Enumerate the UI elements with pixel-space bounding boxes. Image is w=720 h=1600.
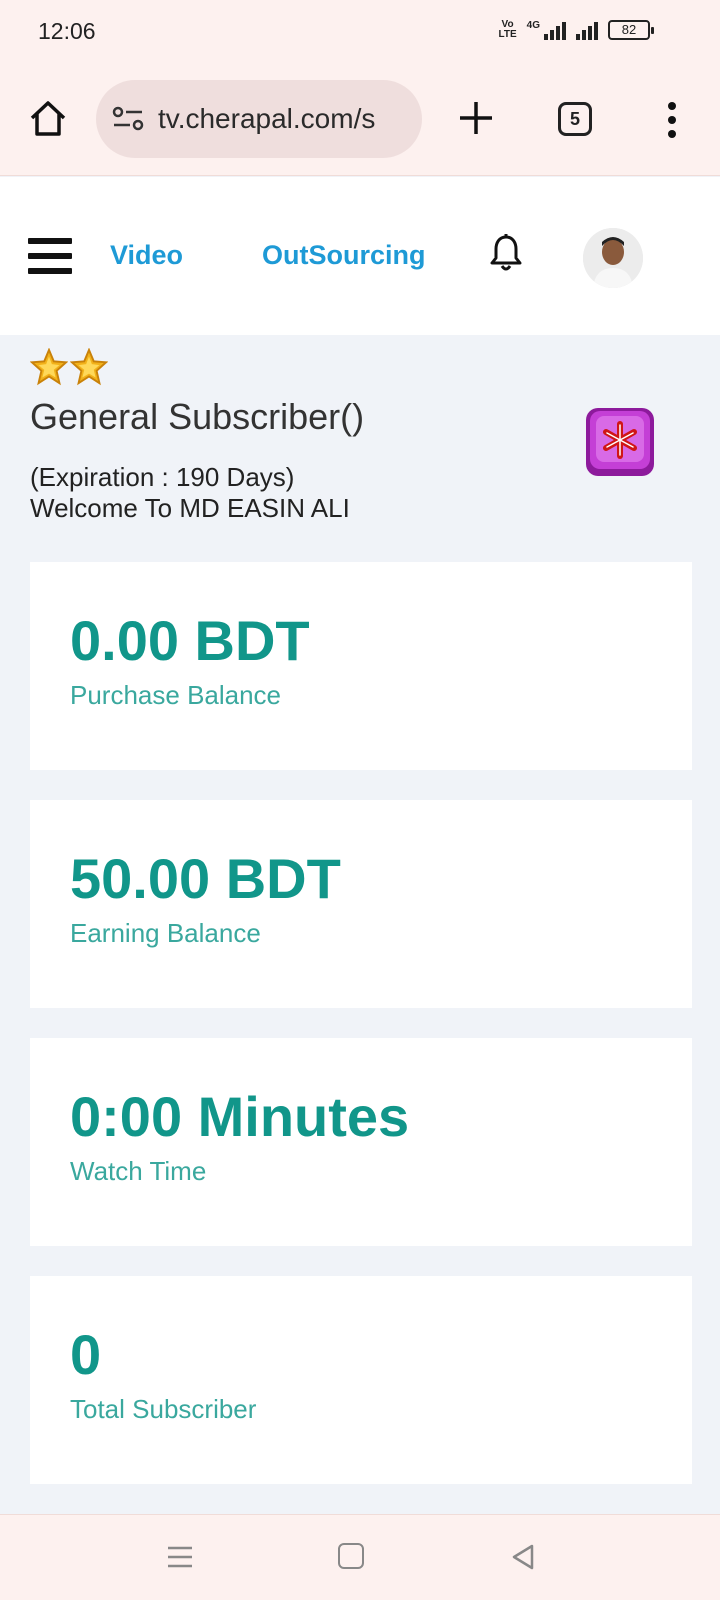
- earning-balance-card: 50.00 BDT Earning Balance: [30, 800, 692, 1008]
- more-vert-icon[interactable]: [664, 100, 680, 140]
- total-subscriber-label: Total Subscriber: [70, 1394, 257, 1424]
- avatar-image: [583, 228, 643, 288]
- browser-toolbar: tv.cherapal.com/s 5: [0, 78, 720, 162]
- watch-time-value: 0:00 Minutes: [70, 1085, 410, 1148]
- purchase-balance-label: Purchase Balance: [70, 680, 282, 710]
- expiration-text: (Expiration : 190 Days): [30, 462, 295, 492]
- status-icons: Vo LTE 4G 82: [498, 19, 654, 40]
- subscriber-role: General Subscriber(): [30, 396, 365, 437]
- badge-icon: [586, 408, 654, 476]
- nav-outsourcing-link[interactable]: OutSourcing: [262, 240, 426, 271]
- welcome-text: Welcome To MD EASIN ALI: [30, 493, 350, 523]
- star-icon: [70, 348, 108, 386]
- address-bar[interactable]: tv.cherapal.com/s: [96, 80, 422, 158]
- url-text: tv.cherapal.com/s: [158, 103, 376, 134]
- status-bar: 12:06 Vo LTE 4G 82: [0, 0, 720, 64]
- signal-icon: [544, 20, 566, 40]
- hamburger-icon[interactable]: [28, 238, 72, 274]
- earning-balance-label: Earning Balance: [70, 918, 261, 948]
- site-header: Video OutSourcing: [0, 177, 720, 335]
- purchase-balance-card: 0.00 BDT Purchase Balance: [30, 562, 692, 770]
- watch-time-label: Watch Time: [70, 1156, 207, 1186]
- home-square-icon[interactable]: [338, 1543, 364, 1569]
- status-time: 12:06: [38, 18, 96, 44]
- earning-balance-value: 50.00 BDT: [70, 847, 341, 910]
- avatar[interactable]: [583, 228, 643, 288]
- watch-time-card: 0:00 Minutes Watch Time: [30, 1038, 692, 1246]
- plus-icon[interactable]: [456, 98, 496, 138]
- purchase-balance-value: 0.00 BDT: [70, 609, 310, 672]
- tabs-icon[interactable]: 5: [558, 102, 592, 136]
- total-subscriber-value: 0: [70, 1323, 102, 1386]
- total-subscriber-card: 0 Total Subscriber: [30, 1276, 692, 1484]
- recents-icon[interactable]: [166, 1545, 194, 1569]
- battery-icon: 82: [608, 20, 654, 40]
- volte-icon: Vo LTE: [498, 19, 517, 40]
- star-icon: [30, 348, 68, 386]
- home-icon[interactable]: [26, 96, 70, 140]
- nav-video-link[interactable]: Video: [110, 240, 183, 271]
- rating-stars: [30, 348, 108, 386]
- bell-icon[interactable]: [488, 233, 524, 273]
- signal-icon-2: [576, 20, 598, 40]
- browser-chrome: 12:06 Vo LTE 4G 82 tv.cherapal.com/s 5: [0, 0, 720, 176]
- system-nav-bar: [0, 1514, 720, 1600]
- site-settings-icon[interactable]: [112, 105, 144, 133]
- back-icon[interactable]: [510, 1543, 536, 1571]
- network-type: 4G: [526, 19, 540, 31]
